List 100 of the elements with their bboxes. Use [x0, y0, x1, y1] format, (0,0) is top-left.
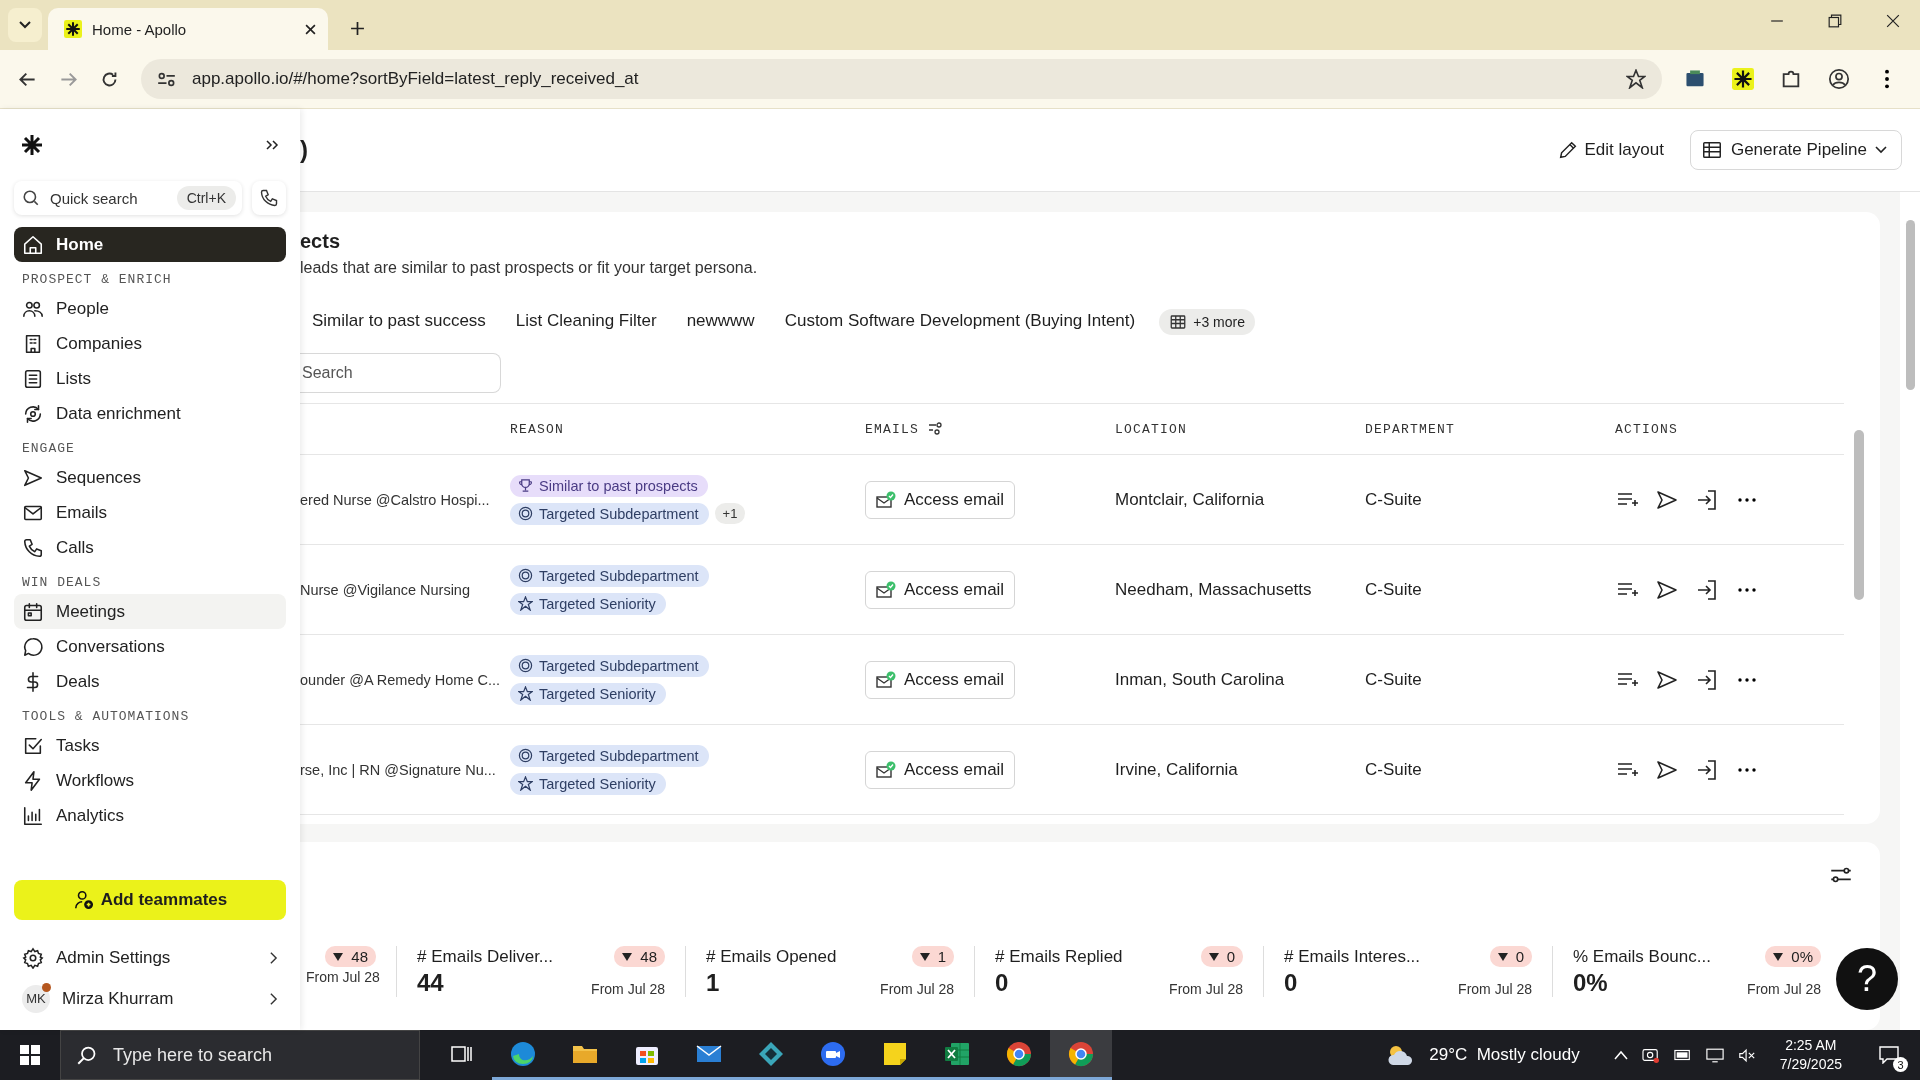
- column-header: EMAILS: [865, 421, 943, 437]
- nav-item[interactable]: Deals: [14, 664, 286, 699]
- trophy-icon: [518, 478, 533, 493]
- scrollbar[interactable]: [1900, 192, 1920, 1030]
- nav-item[interactable]: Calls: [14, 530, 286, 565]
- target-icon: [518, 568, 533, 583]
- sign-in-icon[interactable]: [1695, 487, 1719, 512]
- user-menu-item[interactable]: MK Mirza Khurram: [14, 981, 286, 1016]
- change-badge: 1: [911, 946, 954, 967]
- department-cell: C-Suite: [1365, 669, 1422, 690]
- department-cell: C-Suite: [1365, 579, 1422, 600]
- admin-settings-item[interactable]: Admin Settings: [14, 940, 286, 975]
- filter-tab[interactable]: newwww: [686, 307, 755, 337]
- reason-tag: Targeted Seniority: [510, 772, 666, 795]
- chat-icon: [22, 635, 44, 658]
- star-icon: [518, 596, 533, 611]
- nav-item[interactable]: Analytics: [14, 798, 286, 833]
- filter-tab[interactable]: Similar to past success: [312, 307, 486, 337]
- new-tab-icon[interactable]: [350, 21, 365, 36]
- search-icon: [22, 189, 40, 207]
- sign-in-icon[interactable]: [1695, 577, 1719, 602]
- filter-tab[interactable]: Custom Software Development (Buying Intent): [784, 307, 1136, 337]
- restore-icon[interactable]: [1828, 14, 1842, 28]
- access-email-button[interactable]: Access email: [865, 480, 1016, 519]
- change-badge: 0: [1489, 946, 1532, 967]
- browser-icon[interactable]: [1067, 1039, 1095, 1068]
- puzzle-icon[interactable]: [1780, 68, 1802, 90]
- access-email-button[interactable]: Access email: [865, 750, 1016, 789]
- home-icon: [22, 233, 44, 256]
- chevron-down-icon: [19, 21, 31, 29]
- profile-icon[interactable]: [1828, 68, 1850, 90]
- message-icon: [1879, 1046, 1899, 1064]
- clock-time[interactable]: 2:25 AM: [1785, 1036, 1837, 1055]
- nav-item[interactable]: Workflows: [14, 763, 286, 798]
- filter-tab[interactable]: List Cleaning Filter: [515, 307, 657, 337]
- comparison-date: From Jul 28: [1169, 981, 1243, 997]
- close-icon[interactable]: [1886, 14, 1900, 28]
- muted-speaker-icon[interactable]: [1737, 1047, 1756, 1063]
- target-icon: [518, 506, 533, 521]
- nav-item[interactable]: Conversations: [14, 629, 286, 664]
- more-tabs-button[interactable]: +3 more: [1159, 309, 1255, 335]
- change-badge: 48: [614, 946, 665, 967]
- down-triangle-icon: [1773, 952, 1784, 961]
- filter-icon[interactable]: [927, 421, 943, 437]
- reload-icon[interactable]: [100, 69, 119, 89]
- card-title: ects: [300, 230, 342, 253]
- tab-list-button[interactable]: [8, 8, 42, 42]
- weather-text[interactable]: 29°C Mostly cloudy: [1429, 1045, 1580, 1065]
- quick-search-field[interactable]: Quick search: [48, 188, 169, 208]
- target-icon: [518, 748, 533, 763]
- nav-item[interactable]: Meetings: [14, 594, 286, 629]
- stat-value: 0: [1284, 969, 1298, 997]
- location-cell: Irvine, California: [1115, 759, 1238, 780]
- browser-tab[interactable]: Home - Apollo: [48, 8, 328, 50]
- comparison-date: From Jul 28: [1458, 981, 1532, 997]
- down-triangle-icon: [919, 952, 930, 961]
- job-title-cell: rse, Inc | RN @Signature Nu...: [300, 761, 496, 778]
- globe-icon[interactable]: [509, 1039, 537, 1068]
- edit-layout-button[interactable]: Edit layout: [1550, 131, 1670, 169]
- battery-icon[interactable]: [1673, 1049, 1692, 1061]
- reason-tag: Targeted Subdepartment: [510, 564, 709, 587]
- section-heading: PROSPECT & ENRICH: [21, 271, 173, 289]
- close-icon[interactable]: [305, 23, 316, 35]
- generate-pipeline-button[interactable]: Generate Pipeline: [1689, 130, 1902, 170]
- video-icon[interactable]: [819, 1039, 847, 1068]
- bookmark-star-icon[interactable]: [1626, 69, 1646, 89]
- diamond-icon[interactable]: [757, 1039, 785, 1068]
- search-field[interactable]: Search: [300, 353, 501, 393]
- nav-item[interactable]: Home: [14, 227, 286, 262]
- mail-check-icon: [876, 580, 896, 599]
- search-input[interactable]: Search: [300, 363, 494, 383]
- windows-logo-icon[interactable]: [20, 1045, 40, 1065]
- taskbar-search-field[interactable]: Type here to search: [60, 1030, 420, 1080]
- more-count: +1: [714, 503, 746, 524]
- monitor-icon[interactable]: [1705, 1047, 1724, 1063]
- taskbar-search-input[interactable]: Type here to search: [111, 1043, 415, 1067]
- change-badge: 0: [1200, 946, 1243, 967]
- nav-item[interactable]: Tasks: [14, 728, 286, 763]
- access-email-button[interactable]: Access email: [865, 570, 1016, 609]
- camera-icon[interactable]: [1641, 1047, 1660, 1063]
- sign-in-icon[interactable]: [1695, 667, 1719, 692]
- department-cell: C-Suite: [1365, 489, 1422, 510]
- reason-tag: Targeted Subdepartment: [510, 502, 709, 525]
- nav-item[interactable]: Lists: [14, 361, 286, 396]
- access-email-button[interactable]: Access email: [865, 660, 1016, 699]
- nav-item[interactable]: Data enrichment: [14, 396, 286, 431]
- nav-item[interactable]: Emails: [14, 495, 286, 530]
- job-title-cell: Nurse @Vigilance Nursing: [300, 581, 470, 598]
- asterisk-icon[interactable]: [1732, 68, 1754, 90]
- shortcut-hint: Ctrl+K: [176, 186, 236, 210]
- chevron-up-icon[interactable]: [1613, 1050, 1628, 1060]
- sign-in-icon[interactable]: [1695, 757, 1719, 782]
- add-teammates-button[interactable]: Add teammates: [14, 880, 286, 920]
- nav-item[interactable]: Sequences: [14, 460, 286, 495]
- nav-item[interactable]: Companies: [14, 326, 286, 361]
- nav-item[interactable]: People: [14, 291, 286, 326]
- clock-date[interactable]: 7/29/2025: [1779, 1055, 1842, 1074]
- location-cell: Needham, Massachusetts: [1115, 579, 1312, 600]
- browser-icon[interactable]: [1005, 1039, 1033, 1068]
- address-bar[interactable]: app.apollo.io/#/home?sortByField=latest_reply_received_at: [141, 59, 1662, 99]
